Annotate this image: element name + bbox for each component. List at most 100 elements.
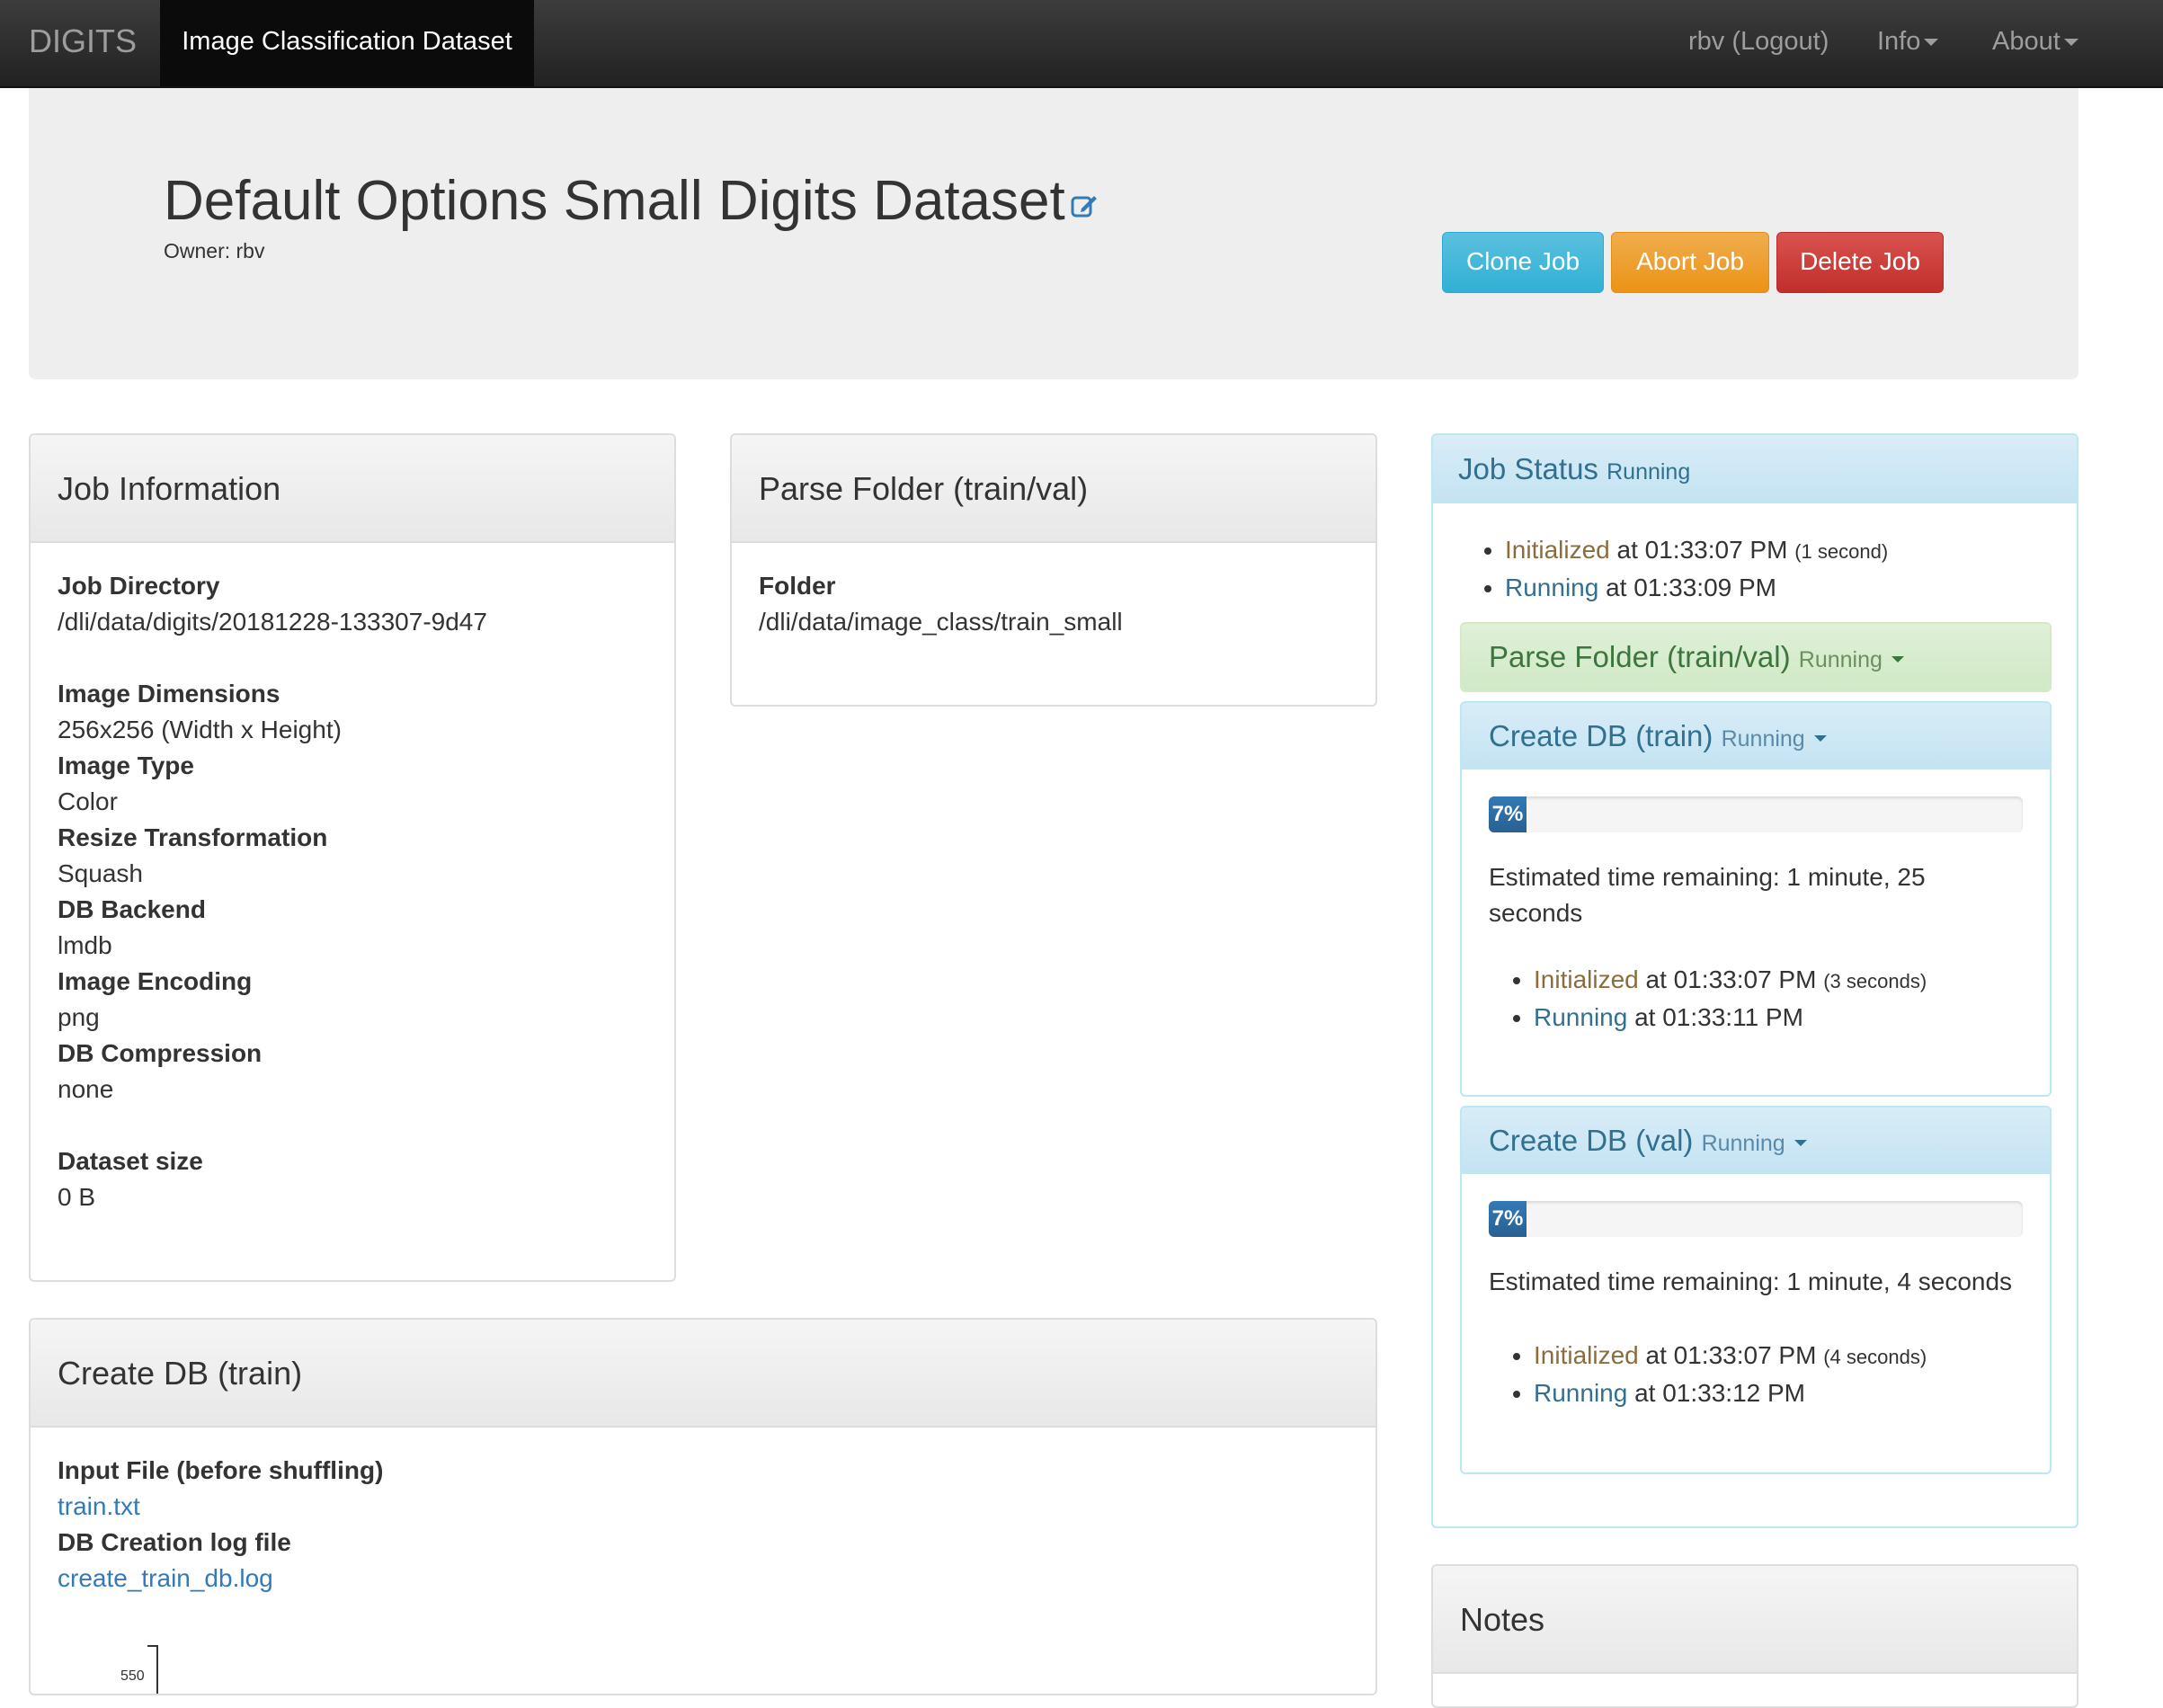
caret-down-icon	[1924, 39, 1939, 47]
chart-y-tick	[147, 1645, 158, 1647]
job-status-timeline: Initialized at 01:33:07 PM (1 second) Ru…	[1433, 532, 1888, 606]
delete-job-button[interactable]: Delete Job	[1776, 232, 1944, 293]
status-running: Running	[1534, 1379, 1628, 1407]
caret-down-icon	[1891, 655, 1904, 663]
clone-job-button[interactable]: Clone Job	[1442, 232, 1604, 293]
status-running: Running	[1505, 574, 1599, 601]
status-time: at 01:33:07 PM	[1609, 536, 1795, 564]
db-compression-value: none	[58, 1075, 114, 1103]
job-header: Default Options Small Digits Dataset Own…	[29, 88, 2078, 379]
parse-folder-status-title: Parse Folder (train/val)	[1489, 640, 1791, 673]
folder-value: /dli/data/image_class/train_small	[759, 608, 1123, 636]
folder-label: Folder	[759, 572, 836, 600]
about-menu-label: About	[1992, 27, 2061, 56]
create-db-train-status-heading[interactable]: Create DB (train) Running	[1462, 703, 2050, 769]
job-status-panel: Job Status Running Initialized at 01:33:…	[1431, 433, 2078, 1528]
image-dimensions-value: 256x256 (Width x Height)	[58, 716, 342, 743]
logout-link[interactable]: rbv (Logout)	[1688, 0, 1829, 86]
create-db-train-timeline: Initialized at 01:33:07 PM (3 seconds) R…	[1462, 962, 1927, 1036]
list-item: Initialized at 01:33:07 PM (1 second)	[1505, 532, 1888, 570]
job-directory-label: Job Directory	[58, 572, 220, 600]
status-time: at 01:33:07 PM	[1638, 1341, 1824, 1369]
train-txt-link[interactable]: train.txt	[58, 1489, 1349, 1525]
list-item: Running at 01:33:12 PM	[1534, 1375, 1927, 1411]
create-db-train-status-panel: Create DB (train) Running 7% Estimated t…	[1460, 701, 2052, 1097]
create-db-val-status-panel: Create DB (val) Running 7% Estimated tim…	[1460, 1106, 2052, 1474]
create-db-train-progress-bar: 7%	[1489, 796, 1527, 832]
create-train-db-log-link[interactable]: create_train_db.log	[58, 1561, 1349, 1597]
image-type-value: Color	[58, 787, 118, 815]
image-dimensions-label: Image Dimensions	[58, 680, 280, 707]
job-status-heading: Job Status Running	[1433, 435, 2077, 503]
resize-transformation-label: Resize Transformation	[58, 823, 328, 851]
create-db-train-progress: 7%	[1489, 796, 2023, 832]
resize-transformation-value: Squash	[58, 859, 143, 887]
parse-folder-panel: Parse Folder (train/val) Folder /dli/dat…	[730, 433, 1377, 707]
notes-heading: Notes	[1433, 1566, 2077, 1674]
chart-y-axis	[156, 1645, 158, 1694]
info-menu-label: Info	[1877, 27, 1921, 56]
job-information-panel: Job Information Job Directory /dli/data/…	[29, 433, 676, 1282]
status-initialized: Initialized	[1505, 536, 1610, 564]
caret-down-icon	[1794, 1139, 1807, 1146]
about-menu[interactable]: About	[1992, 0, 2078, 86]
image-encoding-value: png	[58, 1003, 100, 1031]
list-item: Initialized at 01:33:07 PM (3 seconds)	[1534, 962, 1927, 1000]
db-backend-value: lmdb	[58, 931, 112, 959]
status-duration: (3 seconds)	[1823, 970, 1927, 992]
status-running: Running	[1534, 1003, 1628, 1031]
info-menu[interactable]: Info	[1877, 0, 1939, 86]
create-db-val-status-title: Create DB (val)	[1489, 1124, 1694, 1157]
create-db-val-status-heading[interactable]: Create DB (val) Running	[1462, 1108, 2050, 1174]
job-title-text: Default Options Small Digits Dataset	[164, 170, 1065, 232]
status-time: at 01:33:11 PM	[1627, 1003, 1803, 1031]
input-file-label: Input File (before shuffling)	[58, 1456, 384, 1484]
status-time: at 01:33:07 PM	[1638, 965, 1824, 993]
create-db-train-eta: Estimated time remaining: 1 minute, 25 s…	[1489, 863, 1926, 927]
brand-link[interactable]: DIGITS	[29, 0, 137, 86]
parse-folder-heading: Parse Folder (train/val)	[732, 435, 1375, 543]
parse-folder-status-state: Running	[1798, 647, 1883, 672]
image-encoding-label: Image Encoding	[58, 967, 253, 995]
dataset-size-label: Dataset size	[58, 1147, 203, 1175]
create-db-val-progress-bar: 7%	[1489, 1201, 1527, 1237]
parse-folder-status-panel[interactable]: Parse Folder (train/val) Running	[1460, 622, 2052, 692]
status-initialized: Initialized	[1534, 1341, 1639, 1369]
create-db-val-timeline: Initialized at 01:33:07 PM (4 seconds) R…	[1462, 1338, 1927, 1411]
create-db-train-status-state: Running	[1721, 726, 1805, 752]
status-duration: (4 seconds)	[1823, 1346, 1927, 1368]
status-duration: (1 second)	[1794, 540, 1889, 563]
job-status-title: Job Status	[1458, 452, 1598, 485]
db-creation-log-label: DB Creation log file	[58, 1528, 291, 1556]
parse-folder-status-heading[interactable]: Parse Folder (train/val) Running	[1462, 624, 2050, 690]
create-db-val-progress: 7%	[1489, 1201, 2023, 1237]
abort-job-button[interactable]: Abort Job	[1611, 232, 1769, 293]
chart-y-tick-label: 550	[120, 1668, 145, 1684]
caret-down-icon	[2063, 39, 2078, 47]
list-item: Initialized at 01:33:07 PM (4 seconds)	[1534, 1338, 1927, 1375]
edit-icon[interactable]	[1071, 192, 1098, 219]
create-db-val-eta: Estimated time remaining: 1 minute, 4 se…	[1489, 1268, 2013, 1295]
owner-label: Owner: rbv	[164, 239, 265, 262]
navbar: DIGITS Image Classification Dataset rbv …	[0, 0, 2163, 88]
status-initialized: Initialized	[1534, 965, 1639, 993]
create-db-train-panel: Create DB (train) Input File (before shu…	[29, 1318, 1377, 1695]
create-db-train-status-title: Create DB (train)	[1489, 719, 1713, 752]
create-db-train-heading: Create DB (train)	[31, 1320, 1375, 1428]
create-db-val-status-state: Running	[1701, 1131, 1785, 1156]
status-time: at 01:33:12 PM	[1627, 1379, 1805, 1407]
nav-tab-image-classification-dataset[interactable]: Image Classification Dataset	[160, 0, 534, 86]
page-title: Default Options Small Digits Dataset	[164, 169, 1098, 233]
job-information-heading: Job Information	[31, 435, 674, 543]
job-directory-value: /dli/data/digits/20181228-133307-9d47	[58, 608, 487, 636]
list-item: Running at 01:33:09 PM	[1505, 570, 1888, 606]
dataset-size-value: 0 B	[58, 1183, 96, 1211]
list-item: Running at 01:33:11 PM	[1534, 1000, 1927, 1036]
image-type-label: Image Type	[58, 752, 194, 779]
db-backend-label: DB Backend	[58, 895, 206, 923]
caret-down-icon	[1813, 734, 1827, 742]
job-status-state: Running	[1607, 459, 1691, 485]
notes-panel: Notes	[1431, 1564, 2078, 1708]
status-time: at 01:33:09 PM	[1598, 574, 1776, 601]
db-compression-label: DB Compression	[58, 1039, 263, 1067]
